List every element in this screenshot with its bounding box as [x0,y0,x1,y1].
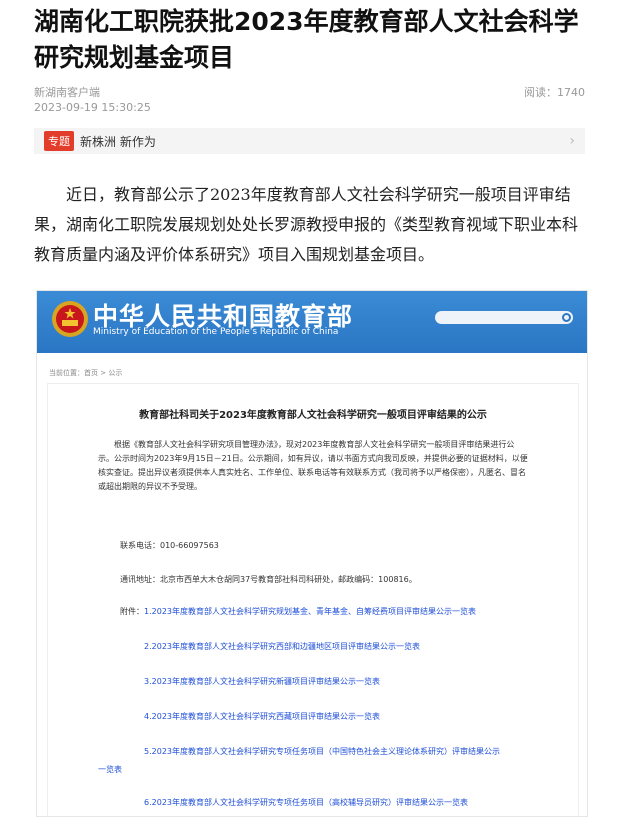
notice-document: 教育部社科司关于2023年度教育部人文社会科学研究一般项目评审结果的公示 根据《… [47,383,579,816]
notice-paragraph: 根据《教育部人文社会科学研究项目管理办法》，现对2023年度教育部人文社会科学研… [98,440,528,491]
moe-header: 中华人民共和国教育部 Ministry of Education of the … [37,291,587,353]
attachments-label: 附件： [120,607,144,616]
breadcrumb: 当前位置：首页 > 公示 [49,369,123,377]
notice-title: 教育部社科司关于2023年度教育部人文社会科学研究一般项目评审结果的公示 [139,410,487,421]
attachment-link[interactable]: 3.2023年度教育部人文社会科学研究新疆项目评审结果公示一览表 [144,676,380,687]
search-icon[interactable] [562,313,571,322]
read-count: 阅读：1740 [524,86,585,99]
article-title: 湖南化工职院获批2023年度教育部人文社会科学研究规划基金项目 [34,7,579,72]
search-input[interactable] [435,311,573,324]
attachment-link[interactable]: 1.2023年度教育部人文社会科学研究规划基金、青年基金、自筹经费项目评审结果公… [144,606,476,617]
article-source: 新湖南客户端 [34,86,100,99]
article-body: 近日，教育部公示了2023年度教育部人文社会科学研究一般项目评审结果，湖南化工职… [34,185,579,264]
contact-address: 通讯地址：北京市西单大木仓胡同37号教育部社科司科研处，邮政编码：100816。 [120,575,417,584]
attachment-link[interactable]: 6.2023年度教育部人文社会科学研究专项任务项目（高校辅导员研究）评审结果公示… [144,797,468,808]
chevron-right-icon: › [569,133,575,149]
topic-bar[interactable]: 专题 新株洲 新作为 › [34,128,585,154]
topic-link[interactable]: 新株洲 新作为 [80,133,156,150]
moe-site-name-en: Ministry of Education of the People's Re… [93,327,339,337]
topic-tag: 专题 [44,131,74,151]
contact-phone: 联系电话：010-66097563 [120,541,219,550]
publish-date: 2023-09-19 15:30:25 [34,101,151,114]
attachment-link-continued[interactable]: 一览表 [98,764,122,775]
attachment-link[interactable]: 2.2023年度教育部人文社会科学研究西部和边疆地区项目评审结果公示一览表 [144,641,420,652]
attachment-link[interactable]: 4.2023年度教育部人文社会科学研究西藏项目评审结果公示一览表 [144,711,380,722]
attachment-link[interactable]: 5.2023年度教育部人文社会科学研究专项任务项目（中国特色社会主义理论体系研究… [144,746,500,757]
national-emblem-icon [52,301,88,337]
embedded-screenshot: 中华人民共和国教育部 Ministry of Education of the … [36,290,588,817]
